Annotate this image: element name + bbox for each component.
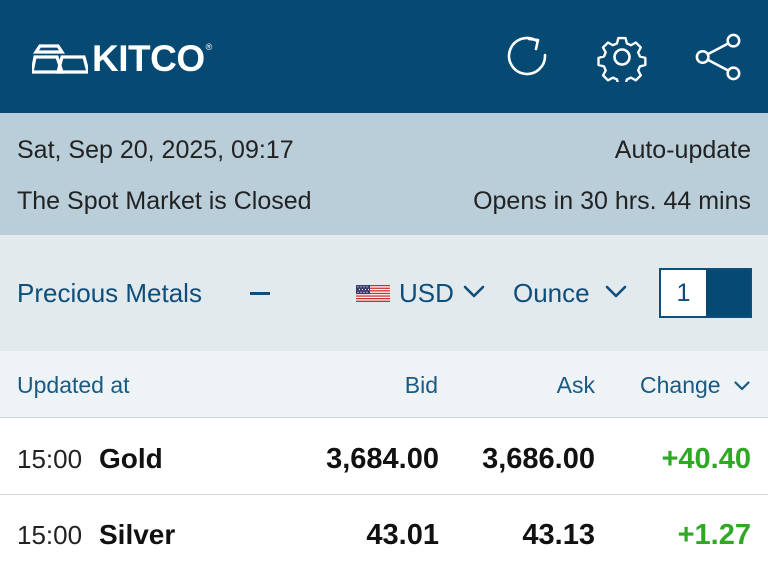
row-bid: 43.01 <box>366 519 439 551</box>
row-metal-name: Silver <box>99 519 176 550</box>
brand-name: KITCO <box>92 38 205 79</box>
kitco-logo-icon <box>32 43 88 74</box>
filter-bar: Precious Metals USD Ounce 1 <box>0 235 768 351</box>
view-toggle-option-1[interactable]: 1 <box>661 270 706 316</box>
us-flag-icon <box>356 285 390 302</box>
row-bid: 3,684.00 <box>326 443 439 475</box>
currency-selector[interactable]: USD <box>399 278 454 308</box>
registered-mark: ® <box>205 42 213 52</box>
chevron-down-icon[interactable] <box>734 381 750 391</box>
category-selector[interactable]: Precious Metals <box>17 278 202 308</box>
refresh-button[interactable] <box>502 32 552 82</box>
table-row-gold[interactable]: 15:00 Gold 3,684.00 3,686.00 +40.40 <box>0 419 768 495</box>
kitco-logo: KITCO ® <box>32 40 212 77</box>
view-toggle[interactable]: 1 <box>659 268 752 318</box>
market-closed-text: The Spot Market is Closed <box>17 187 312 215</box>
auto-update-label[interactable]: Auto-update <box>615 135 751 165</box>
chevron-down-icon[interactable] <box>463 285 485 299</box>
table-row-silver[interactable]: 15:00 Silver 43.01 43.13 +1.27 <box>0 495 768 564</box>
row-ask: 43.13 <box>522 519 595 551</box>
column-header-ask[interactable]: Ask <box>557 371 595 399</box>
view-toggle-option-2[interactable] <box>706 270 750 316</box>
collapse-icon[interactable] <box>250 292 270 295</box>
price-table-header: Updated at Bid Ask Change <box>0 351 768 418</box>
app-header: KITCO ® <box>0 0 768 113</box>
column-header-change[interactable]: Change <box>640 371 721 399</box>
row-ask: 3,686.00 <box>482 443 595 475</box>
row-metal-name: Gold <box>99 443 163 474</box>
unit-selector[interactable]: Ounce <box>513 278 590 308</box>
settings-button[interactable] <box>597 32 647 82</box>
current-datetime: Sat, Sep 20, 2025, 09:17 <box>17 136 294 164</box>
market-status-panel: Sat, Sep 20, 2025, 09:17 Auto-update The… <box>0 113 768 235</box>
refresh-icon <box>507 36 547 76</box>
share-button[interactable] <box>694 32 744 82</box>
column-header-updated[interactable]: Updated at <box>17 371 130 399</box>
share-icon <box>695 33 741 81</box>
row-change: +40.40 <box>661 443 751 475</box>
row-change: +1.27 <box>677 519 751 551</box>
row-time: 15:00 <box>17 444 83 474</box>
row-time: 15:00 <box>17 520 83 550</box>
column-header-bid[interactable]: Bid <box>405 371 438 399</box>
chevron-down-icon[interactable] <box>605 285 627 299</box>
gear-icon <box>597 36 647 82</box>
market-opens-countdown: Opens in 30 hrs. 44 mins <box>473 187 751 215</box>
